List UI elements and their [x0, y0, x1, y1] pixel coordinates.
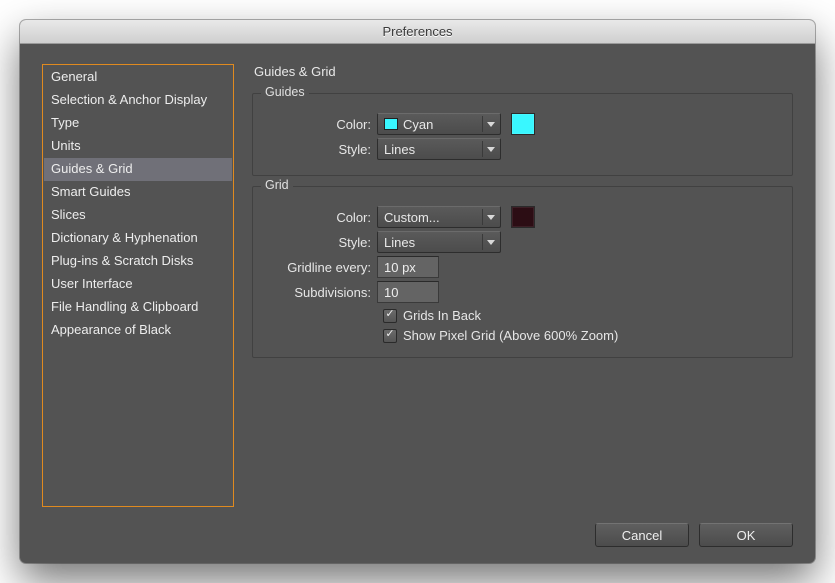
- gridline-every-input[interactable]: [377, 256, 439, 278]
- chevron-down-icon: [482, 209, 498, 225]
- chevron-down-icon: [482, 116, 498, 132]
- sidebar-item-dictionary[interactable]: Dictionary & Hyphenation: [44, 227, 232, 250]
- show-pixel-grid-checkbox[interactable]: Show Pixel Grid (Above 600% Zoom): [383, 328, 778, 343]
- guides-color-label: Color:: [267, 117, 377, 132]
- sidebar-item-guides-grid[interactable]: Guides & Grid: [44, 158, 232, 181]
- chevron-down-icon: [482, 141, 498, 157]
- pane-title: Guides & Grid: [254, 64, 793, 79]
- grid-color-label: Color:: [267, 210, 377, 225]
- subdivisions-input[interactable]: [377, 281, 439, 303]
- grid-color-value: Custom...: [384, 210, 440, 225]
- grid-style-select[interactable]: Lines: [377, 231, 501, 253]
- cancel-button[interactable]: Cancel: [595, 523, 689, 547]
- guides-group: Guides Color: Cyan Style: Lines: [252, 93, 793, 176]
- dialog-footer: Cancel OK: [42, 507, 793, 547]
- sidebar-item-general[interactable]: General: [44, 66, 232, 89]
- sidebar-item-appearance-black[interactable]: Appearance of Black: [44, 319, 232, 342]
- titlebar: Preferences: [20, 20, 815, 44]
- ok-button[interactable]: OK: [699, 523, 793, 547]
- guides-color-select[interactable]: Cyan: [377, 113, 501, 135]
- window-title: Preferences: [382, 24, 452, 39]
- guides-style-value: Lines: [384, 142, 415, 157]
- grid-color-swatch[interactable]: [511, 206, 535, 228]
- guides-style-label: Style:: [267, 142, 377, 157]
- settings-pane: Guides & Grid Guides Color: Cyan Style:: [252, 64, 793, 507]
- checkbox-icon: [383, 329, 397, 343]
- grid-style-label: Style:: [267, 235, 377, 250]
- content: General Selection & Anchor Display Type …: [20, 44, 815, 563]
- category-list[interactable]: General Selection & Anchor Display Type …: [42, 64, 234, 507]
- grid-group: Grid Color: Custom... Style: Lines: [252, 186, 793, 358]
- grids-in-back-label: Grids In Back: [403, 308, 481, 323]
- sidebar-item-type[interactable]: Type: [44, 112, 232, 135]
- subdivisions-label: Subdivisions:: [267, 285, 377, 300]
- grid-style-value: Lines: [384, 235, 415, 250]
- chevron-down-icon: [482, 234, 498, 250]
- show-pixel-grid-label: Show Pixel Grid (Above 600% Zoom): [403, 328, 618, 343]
- sidebar-item-selection-anchor[interactable]: Selection & Anchor Display: [44, 89, 232, 112]
- guides-color-value: Cyan: [403, 117, 433, 132]
- guides-style-select[interactable]: Lines: [377, 138, 501, 160]
- sidebar-item-slices[interactable]: Slices: [44, 204, 232, 227]
- sidebar-item-plugins[interactable]: Plug-ins & Scratch Disks: [44, 250, 232, 273]
- gridline-every-label: Gridline every:: [267, 260, 377, 275]
- guides-color-swatch[interactable]: [511, 113, 535, 135]
- grids-in-back-checkbox[interactable]: Grids In Back: [383, 308, 778, 323]
- sidebar-item-units[interactable]: Units: [44, 135, 232, 158]
- grid-legend: Grid: [261, 178, 293, 192]
- sidebar-item-smart-guides[interactable]: Smart Guides: [44, 181, 232, 204]
- guides-color-inline-swatch: [384, 118, 398, 130]
- guides-legend: Guides: [261, 85, 309, 99]
- sidebar-item-ui[interactable]: User Interface: [44, 273, 232, 296]
- main-area: General Selection & Anchor Display Type …: [42, 64, 793, 507]
- grid-color-select[interactable]: Custom...: [377, 206, 501, 228]
- preferences-window: Preferences General Selection & Anchor D…: [20, 20, 815, 563]
- sidebar-item-file-handling[interactable]: File Handling & Clipboard: [44, 296, 232, 319]
- checkbox-icon: [383, 309, 397, 323]
